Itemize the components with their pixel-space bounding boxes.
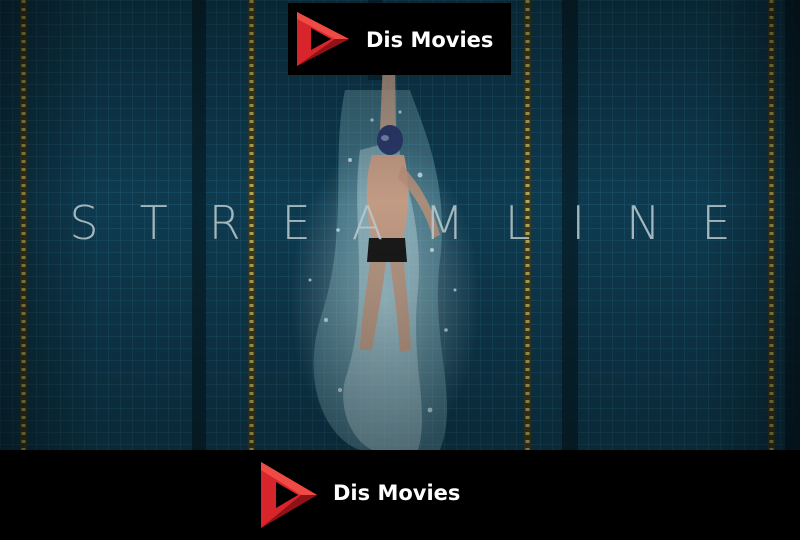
footer-bar: Dis Movies [0, 450, 800, 540]
brand-logo-top[interactable]: Dis Movies [288, 3, 511, 75]
brand-name: Dis Movies [333, 481, 461, 505]
brand-name: Dis Movies [366, 28, 494, 52]
play-triangle-icon [253, 456, 325, 534]
page: STREAMLINE Dis Movies Dis Movies [0, 0, 800, 540]
brand-logo-bottom[interactable]: Dis Movies [253, 456, 460, 534]
play-triangle-icon [288, 3, 358, 75]
poster-title: STREAMLINE [69, 196, 772, 250]
